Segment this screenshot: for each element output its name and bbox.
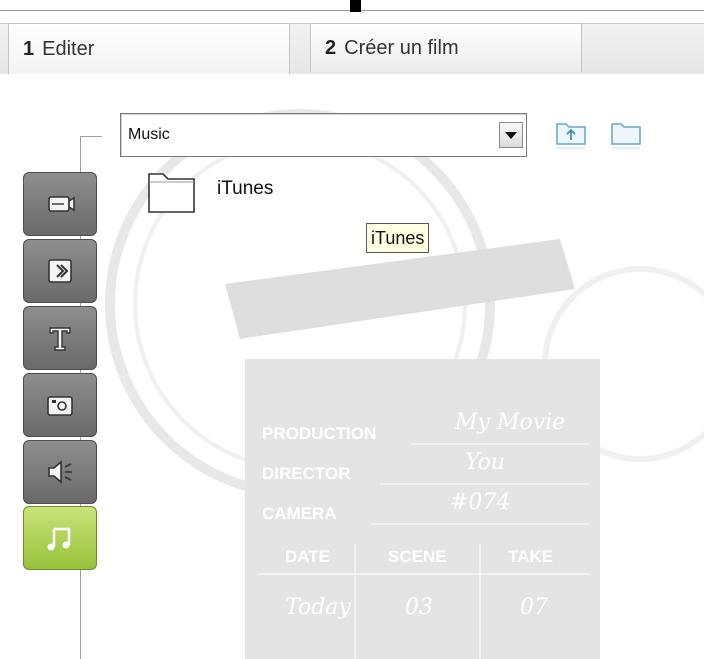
editor-panel: PRODUCTION DIRECTOR CAMERA DATE SCENE TA… <box>0 74 704 659</box>
tree-connector <box>80 136 102 137</box>
tab-label: Editer <box>42 38 95 60</box>
folder-icon <box>148 173 195 213</box>
audio-button[interactable] <box>23 440 97 504</box>
watermark-handwritten: #074 <box>450 490 510 515</box>
folder-select[interactable]: Music <box>120 113 527 157</box>
watermark-row: CAMERA <box>262 504 337 523</box>
video-button[interactable] <box>23 172 97 236</box>
tooltip: iTunes <box>366 223 430 253</box>
folder-select-value: Music <box>128 126 170 143</box>
speaker-icon <box>48 460 72 484</box>
tab-number: 2 <box>325 36 337 59</box>
watermark-row: DIRECTOR <box>262 464 350 483</box>
music-button[interactable] <box>23 506 97 570</box>
text-button[interactable] <box>23 306 97 370</box>
folder-name: iTunes <box>217 178 274 199</box>
watermark-column: DATE <box>285 547 330 566</box>
transition-button[interactable] <box>23 239 97 303</box>
watermark-column: SCENE <box>388 547 447 566</box>
transition-icon <box>48 259 72 283</box>
watermark-handwritten: You <box>465 450 505 475</box>
text-icon <box>49 327 71 351</box>
watermark-handwritten: My Movie <box>454 410 565 435</box>
tab-number: 1 <box>23 38 35 60</box>
folder-up-icon[interactable] <box>555 116 587 158</box>
watermark-handwritten: 03 <box>405 595 433 620</box>
media-toolbar <box>23 172 97 570</box>
chevron-down-icon[interactable] <box>499 122 523 148</box>
watermark-handwritten: Today <box>285 595 351 620</box>
tab-label: Créer un film <box>344 36 459 59</box>
watermark-row: PRODUCTION <box>262 424 376 443</box>
watermark-column: TAKE <box>508 547 553 566</box>
video-camera-icon <box>48 196 75 212</box>
tab-creer-un-film[interactable]: 2 Créer un film <box>310 23 582 72</box>
tab-editer[interactable]: 1 Editer <box>8 23 290 75</box>
watermark-handwritten: 07 <box>520 595 548 620</box>
folder-item-itunes[interactable]: iTunes <box>148 170 308 216</box>
clapperboard-watermark: PRODUCTION DIRECTOR CAMERA DATE SCENE TA… <box>105 109 704 659</box>
music-note-icon <box>47 527 71 551</box>
photo-button[interactable] <box>23 373 97 437</box>
new-folder-icon[interactable] <box>610 116 642 158</box>
photo-icon <box>47 396 73 416</box>
top-marker <box>350 0 361 12</box>
